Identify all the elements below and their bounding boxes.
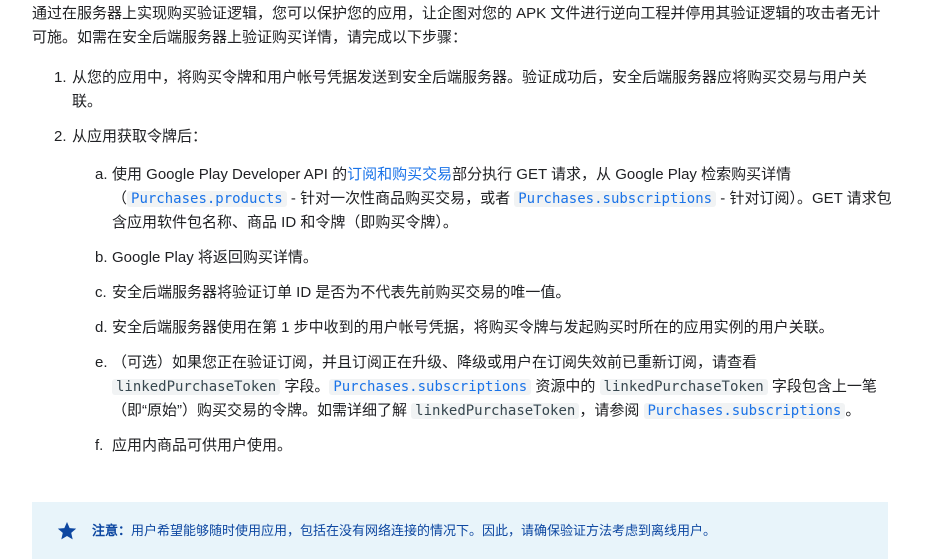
article-body: 通过在服务器上实现购买验证逻辑，您可以保护您的应用，让企图对您的 APK 文件进… bbox=[32, 0, 892, 469]
linked-purchase-token-code: linkedPurchaseToken bbox=[112, 379, 281, 395]
step-1: 1. 从您的应用中，将购买令牌和用户帐号凭据发送到安全后端服务器。验证成功后，安… bbox=[54, 66, 892, 114]
substep-letter: d. bbox=[95, 319, 108, 336]
substep-text: 使用 Google Play Developer API 的 bbox=[112, 166, 348, 183]
substep-text: - 针对一次性商品购买交易，或者 bbox=[286, 190, 515, 207]
substep-d: d. 安全后端服务器使用在第 1 步中收到的用户帐号凭据，将购买令牌与发起购买时… bbox=[95, 316, 892, 340]
substep-text: 资源中的 bbox=[531, 378, 600, 395]
substep-text: 。 bbox=[845, 402, 861, 419]
substep-text: 应用内商品可供用户使用。 bbox=[112, 437, 293, 454]
substep-a: a. 使用 Google Play Developer API 的订阅和购买交易… bbox=[95, 163, 892, 235]
purchases-subscriptions-code-link[interactable]: Purchases.subscriptions bbox=[643, 403, 846, 419]
step-number: 2. bbox=[54, 128, 67, 145]
note-body: 用户希望能够随时使用应用，包括在没有网络连接的情况下。因此，请确保验证方法考虑到… bbox=[131, 522, 717, 538]
substep-letter: f. bbox=[95, 437, 104, 454]
step-number: 1. bbox=[54, 69, 67, 86]
steps-list: 1. 从您的应用中，将购买令牌和用户帐号凭据发送到安全后端服务器。验证成功后，安… bbox=[32, 66, 892, 458]
step-2: 2. 从应用获取令牌后： a. 使用 Google Play Developer… bbox=[54, 125, 892, 458]
substep-e: e. （可选）如果您正在验证订阅，并且订阅正在升级、降级或用户在订阅失效前已重新… bbox=[95, 351, 892, 423]
substep-text: 安全后端服务器将验证订单 ID 是否为不代表先前购买交易的唯一值。 bbox=[112, 284, 571, 301]
intro-paragraph: 通过在服务器上实现购买验证逻辑，您可以保护您的应用，让企图对您的 APK 文件进… bbox=[32, 5, 881, 46]
substep-c: c. 安全后端服务器将验证订单 ID 是否为不代表先前购买交易的唯一值。 bbox=[95, 281, 892, 305]
note-text: 注意：用户希望能够随时使用应用，包括在没有网络连接的情况下。因此，请确保验证方法… bbox=[92, 519, 716, 543]
substep-b: b. Google Play 将返回购买详情。 bbox=[95, 246, 892, 270]
purchases-subscriptions-code-link[interactable]: Purchases.subscriptions bbox=[514, 191, 717, 207]
linked-purchase-token-code: linkedPurchaseToken bbox=[599, 379, 768, 395]
purchases-products-code-link[interactable]: Purchases.products bbox=[127, 191, 287, 207]
subscriptions-and-purchases-link[interactable]: 订阅和购买交易 bbox=[347, 166, 452, 183]
purchases-subscriptions-code-link[interactable]: Purchases.subscriptions bbox=[329, 379, 532, 395]
star-icon bbox=[57, 521, 77, 539]
substep-text: （可选）如果您正在验证订阅，并且订阅正在升级、降级或用户在订阅失效前已重新订阅，… bbox=[112, 354, 758, 371]
note-callout: 注意：用户希望能够随时使用应用，包括在没有网络连接的情况下。因此，请确保验证方法… bbox=[32, 502, 888, 559]
substep-letter: a. bbox=[95, 166, 108, 183]
linked-purchase-token-code: linkedPurchaseToken bbox=[411, 403, 580, 419]
note-label: 注意： bbox=[92, 522, 132, 538]
substep-letter: e. bbox=[95, 354, 108, 371]
step-text: 从您的应用中，将购买令牌和用户帐号凭据发送到安全后端服务器。验证成功后，安全后端… bbox=[72, 69, 868, 110]
substep-text: 字段。 bbox=[280, 378, 330, 395]
substep-text: 安全后端服务器使用在第 1 步中收到的用户帐号凭据，将购买令牌与发起购买时所在的… bbox=[112, 319, 834, 336]
substeps-list: a. 使用 Google Play Developer API 的订阅和购买交易… bbox=[72, 163, 892, 458]
substep-f: f. 应用内商品可供用户使用。 bbox=[95, 434, 892, 458]
substep-letter: b. bbox=[95, 249, 108, 266]
substep-letter: c. bbox=[95, 284, 107, 301]
substep-text: ，请参阅 bbox=[579, 402, 644, 419]
step-text: 从应用获取令牌后： bbox=[72, 128, 208, 145]
substep-text: Google Play 将返回购买详情。 bbox=[112, 249, 318, 266]
